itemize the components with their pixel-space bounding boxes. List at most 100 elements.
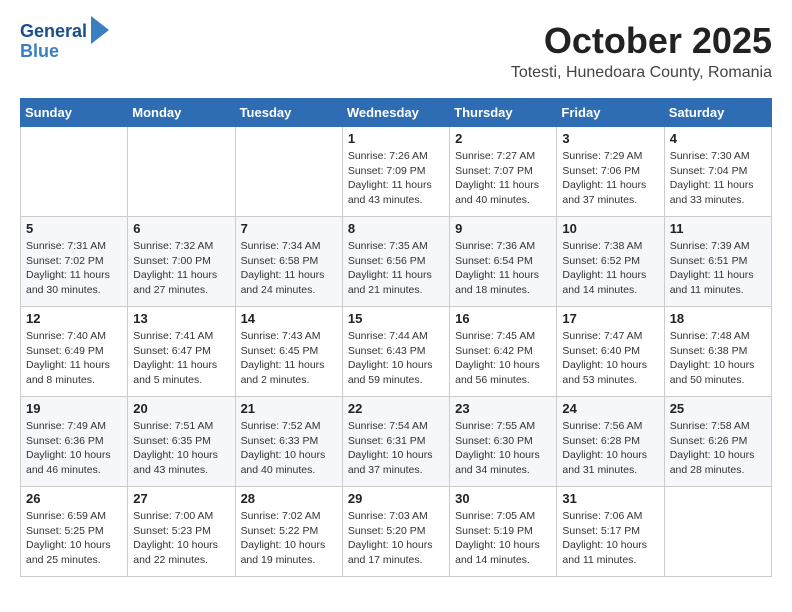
calendar-cell: 12 Sunrise: 7:40 AM Sunset: 6:49 PM Dayli…: [21, 307, 128, 397]
calendar-cell: [128, 127, 235, 217]
day-number: 17: [562, 311, 658, 326]
day-info: Sunrise: 7:27 AM Sunset: 7:07 PM Dayligh…: [455, 149, 551, 208]
day-info: Sunrise: 7:49 AM Sunset: 6:36 PM Dayligh…: [26, 419, 122, 478]
calendar-cell: 11 Sunrise: 7:39 AM Sunset: 6:51 PM Dayli…: [664, 217, 771, 307]
day-info: Sunrise: 7:32 AM Sunset: 7:00 PM Dayligh…: [133, 239, 229, 298]
day-number: 19: [26, 401, 122, 416]
day-info: Sunrise: 6:59 AM Sunset: 5:25 PM Dayligh…: [26, 509, 122, 568]
week-row-2: 5 Sunrise: 7:31 AM Sunset: 7:02 PM Daylig…: [21, 217, 772, 307]
day-number: 1: [348, 131, 444, 146]
day-info: Sunrise: 7:02 AM Sunset: 5:22 PM Dayligh…: [241, 509, 337, 568]
day-info: Sunrise: 7:48 AM Sunset: 6:38 PM Dayligh…: [670, 329, 766, 388]
day-number: 7: [241, 221, 337, 236]
calendar-cell: 5 Sunrise: 7:31 AM Sunset: 7:02 PM Daylig…: [21, 217, 128, 307]
calendar-cell: 17 Sunrise: 7:47 AM Sunset: 6:40 PM Dayli…: [557, 307, 664, 397]
day-number: 12: [26, 311, 122, 326]
day-info: Sunrise: 7:31 AM Sunset: 7:02 PM Dayligh…: [26, 239, 122, 298]
day-info: Sunrise: 7:41 AM Sunset: 6:47 PM Dayligh…: [133, 329, 229, 388]
day-info: Sunrise: 7:43 AM Sunset: 6:45 PM Dayligh…: [241, 329, 337, 388]
day-info: Sunrise: 7:47 AM Sunset: 6:40 PM Dayligh…: [562, 329, 658, 388]
weekday-header-wednesday: Wednesday: [342, 99, 449, 127]
day-info: Sunrise: 7:00 AM Sunset: 5:23 PM Dayligh…: [133, 509, 229, 568]
day-number: 22: [348, 401, 444, 416]
weekday-header-friday: Friday: [557, 99, 664, 127]
week-row-4: 19 Sunrise: 7:49 AM Sunset: 6:36 PM Dayli…: [21, 397, 772, 487]
day-info: Sunrise: 7:35 AM Sunset: 6:56 PM Dayligh…: [348, 239, 444, 298]
day-number: 29: [348, 491, 444, 506]
day-info: Sunrise: 7:45 AM Sunset: 6:42 PM Dayligh…: [455, 329, 551, 388]
logo-arrow-icon: [91, 16, 109, 44]
calendar-cell: 13 Sunrise: 7:41 AM Sunset: 6:47 PM Dayli…: [128, 307, 235, 397]
day-number: 23: [455, 401, 551, 416]
day-number: 9: [455, 221, 551, 236]
day-info: Sunrise: 7:44 AM Sunset: 6:43 PM Dayligh…: [348, 329, 444, 388]
day-number: 15: [348, 311, 444, 326]
calendar-cell: 6Sunrise: 7:32 AM Sunset: 7:00 PM Daylig…: [128, 217, 235, 307]
calendar-cell: [21, 127, 128, 217]
calendar-cell: [664, 487, 771, 577]
day-info: Sunrise: 7:34 AM Sunset: 6:58 PM Dayligh…: [241, 239, 337, 298]
day-info: Sunrise: 7:05 AM Sunset: 5:19 PM Dayligh…: [455, 509, 551, 568]
calendar-cell: 9Sunrise: 7:36 AM Sunset: 6:54 PM Daylig…: [450, 217, 557, 307]
calendar-cell: 2 Sunrise: 7:27 AM Sunset: 7:07 PM Daylig…: [450, 127, 557, 217]
day-info: Sunrise: 7:40 AM Sunset: 6:49 PM Dayligh…: [26, 329, 122, 388]
day-info: Sunrise: 7:56 AM Sunset: 6:28 PM Dayligh…: [562, 419, 658, 478]
calendar-cell: 8 Sunrise: 7:35 AM Sunset: 6:56 PM Daylig…: [342, 217, 449, 307]
day-number: 10: [562, 221, 658, 236]
day-number: 30: [455, 491, 551, 506]
day-info: Sunrise: 7:52 AM Sunset: 6:33 PM Dayligh…: [241, 419, 337, 478]
month-title: October 2025: [511, 20, 772, 62]
day-number: 24: [562, 401, 658, 416]
day-info: Sunrise: 7:51 AM Sunset: 6:35 PM Dayligh…: [133, 419, 229, 478]
calendar-cell: 1 Sunrise: 7:26 AM Sunset: 7:09 PM Daylig…: [342, 127, 449, 217]
title-block: October 2025 Totesti, Hunedoara County, …: [511, 20, 772, 82]
calendar-cell: 22 Sunrise: 7:54 AM Sunset: 6:31 PM Dayli…: [342, 397, 449, 487]
weekday-header-row: SundayMondayTuesdayWednesdayThursdayFrid…: [21, 99, 772, 127]
calendar-cell: 26 Sunrise: 6:59 AM Sunset: 5:25 PM Dayli…: [21, 487, 128, 577]
week-row-3: 12 Sunrise: 7:40 AM Sunset: 6:49 PM Dayli…: [21, 307, 772, 397]
location-subtitle: Totesti, Hunedoara County, Romania: [511, 64, 772, 82]
day-number: 14: [241, 311, 337, 326]
week-row-5: 26 Sunrise: 6:59 AM Sunset: 5:25 PM Dayli…: [21, 487, 772, 577]
day-info: Sunrise: 7:26 AM Sunset: 7:09 PM Dayligh…: [348, 149, 444, 208]
calendar-cell: 7 Sunrise: 7:34 AM Sunset: 6:58 PM Daylig…: [235, 217, 342, 307]
day-number: 26: [26, 491, 122, 506]
day-number: 20: [133, 401, 229, 416]
calendar-cell: 16 Sunrise: 7:45 AM Sunset: 6:42 PM Dayli…: [450, 307, 557, 397]
day-number: 2: [455, 131, 551, 146]
day-number: 18: [670, 311, 766, 326]
day-info: Sunrise: 7:29 AM Sunset: 7:06 PM Dayligh…: [562, 149, 658, 208]
day-number: 31: [562, 491, 658, 506]
calendar-cell: 14 Sunrise: 7:43 AM Sunset: 6:45 PM Dayli…: [235, 307, 342, 397]
day-info: Sunrise: 7:38 AM Sunset: 6:52 PM Dayligh…: [562, 239, 658, 298]
calendar-cell: 31Sunrise: 7:06 AM Sunset: 5:17 PM Dayli…: [557, 487, 664, 577]
logo-text-blue: Blue: [20, 42, 59, 62]
day-number: 5: [26, 221, 122, 236]
page-header: General Blue October 2025 Totesti, Huned…: [20, 20, 772, 82]
calendar-cell: 19 Sunrise: 7:49 AM Sunset: 6:36 PM Dayli…: [21, 397, 128, 487]
day-info: Sunrise: 7:58 AM Sunset: 6:26 PM Dayligh…: [670, 419, 766, 478]
calendar-cell: 4Sunrise: 7:30 AM Sunset: 7:04 PM Daylig…: [664, 127, 771, 217]
day-number: 13: [133, 311, 229, 326]
day-number: 11: [670, 221, 766, 236]
day-number: 27: [133, 491, 229, 506]
calendar-cell: 24 Sunrise: 7:56 AM Sunset: 6:28 PM Dayli…: [557, 397, 664, 487]
day-number: 25: [670, 401, 766, 416]
calendar-cell: 10 Sunrise: 7:38 AM Sunset: 6:52 PM Dayli…: [557, 217, 664, 307]
day-number: 16: [455, 311, 551, 326]
weekday-header-tuesday: Tuesday: [235, 99, 342, 127]
week-row-1: 1 Sunrise: 7:26 AM Sunset: 7:09 PM Daylig…: [21, 127, 772, 217]
calendar-cell: 29 Sunrise: 7:03 AM Sunset: 5:20 PM Dayli…: [342, 487, 449, 577]
weekday-header-monday: Monday: [128, 99, 235, 127]
day-info: Sunrise: 7:39 AM Sunset: 6:51 PM Dayligh…: [670, 239, 766, 298]
calendar-cell: 21Sunrise: 7:52 AM Sunset: 6:33 PM Dayli…: [235, 397, 342, 487]
day-info: Sunrise: 7:55 AM Sunset: 6:30 PM Dayligh…: [455, 419, 551, 478]
day-info: Sunrise: 7:03 AM Sunset: 5:20 PM Dayligh…: [348, 509, 444, 568]
calendar-cell: 27 Sunrise: 7:00 AM Sunset: 5:23 PM Dayli…: [128, 487, 235, 577]
calendar-cell: [235, 127, 342, 217]
day-info: Sunrise: 7:54 AM Sunset: 6:31 PM Dayligh…: [348, 419, 444, 478]
weekday-header-saturday: Saturday: [664, 99, 771, 127]
day-number: 8: [348, 221, 444, 236]
calendar-cell: 18 Sunrise: 7:48 AM Sunset: 6:38 PM Dayli…: [664, 307, 771, 397]
weekday-header-sunday: Sunday: [21, 99, 128, 127]
